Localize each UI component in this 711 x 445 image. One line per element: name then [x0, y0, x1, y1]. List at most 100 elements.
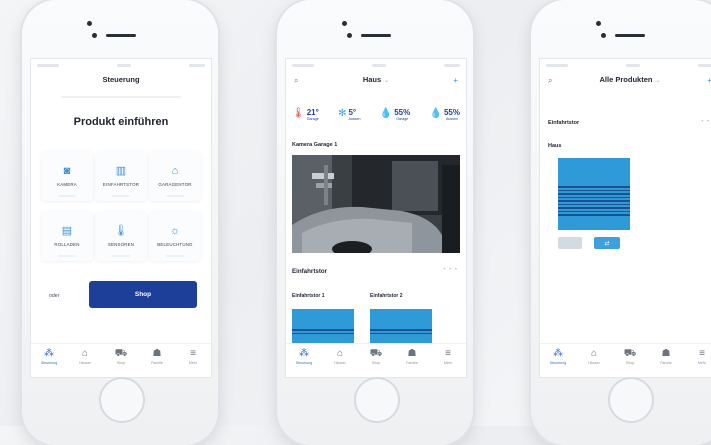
product-tile-rolladen[interactable]: ▤ ROLLADEN — [41, 211, 93, 261]
tab-label: Mehr — [697, 361, 707, 365]
add-icon[interactable]: + — [453, 76, 458, 85]
more-icon[interactable]: • • • — [701, 119, 711, 125]
chevron-down-icon: ⌄ — [384, 78, 390, 84]
phone-alle-produkten: ⌕ Alle Produkten⌄ + Einfahrtstor • • • H… — [531, 0, 711, 445]
section-title: Einfahrtstor — [548, 120, 580, 126]
humidity-icon: 💧 — [379, 108, 393, 119]
stat-temperature-aussen: ✻ 5° Aussen — [338, 108, 360, 121]
tab-familie[interactable]: ☗ Familie — [397, 347, 427, 365]
product-tile-beleuchtung[interactable]: ☼ BELEUCHTUNG — [149, 211, 201, 261]
tab-steuerung[interactable]: ⁂ Steuerung — [34, 347, 64, 365]
tab-shop[interactable]: ⛟ Shop — [615, 347, 645, 365]
snow-icon: ✻ — [338, 108, 347, 119]
tab-label: Shop — [116, 361, 126, 365]
shutter-icon: ▤ — [61, 225, 73, 237]
family-icon: ☗ — [661, 348, 671, 359]
group-title: Haus — [548, 143, 562, 149]
page-title[interactable]: Alle Produkten ⌄ — [540, 75, 711, 91]
tab-label: Steuerung — [295, 361, 313, 365]
phone-haus: ⌕ Haus ⌄ + 🌡 21° Garage ✻ 5° Aussen 💧 55% Ga… — [277, 0, 473, 445]
tab-bar: ⁂ Steuerung ⌂ Häuser ⛟ Shop ☗ Familie ≡ Mehr — [540, 343, 711, 377]
house-icon: ⌂ — [336, 348, 344, 359]
tab-label: Häuser — [588, 361, 600, 365]
tile-label: SENSOREN — [107, 242, 135, 247]
stat-label: Aussen — [445, 117, 458, 121]
controls-icon: ⁂ — [299, 348, 309, 359]
tab-familie[interactable]: ☗ Familie — [142, 347, 172, 365]
tab-label: Shop — [625, 361, 635, 365]
stat-value: 5° — [348, 108, 357, 117]
more-icon[interactable]: • • • — [443, 267, 458, 273]
stat-value: 55% — [443, 108, 460, 117]
front-camera — [87, 21, 92, 26]
door-preview[interactable] — [558, 158, 630, 230]
controls-icon: ⁂ — [44, 348, 54, 359]
tab-label: Shop — [371, 361, 381, 365]
controls-icon: ⁂ — [553, 348, 563, 359]
tab-label: Mehr — [188, 361, 198, 365]
tab-steuerung[interactable]: ⁂ Steuerung — [543, 347, 573, 365]
door-open-button[interactable]: ⇄ — [594, 237, 620, 249]
tile-label: GARAGENTOR — [158, 182, 192, 187]
tab-haeuser[interactable]: ⌂ Häuser — [579, 347, 609, 365]
menu-icon: ≡ — [445, 348, 451, 359]
tab-shop[interactable]: ⛟ Shop — [361, 347, 391, 365]
shop-button[interactable]: Shop — [89, 281, 197, 308]
stat-humidity-garage: 💧 55% Garage — [380, 108, 410, 121]
tab-label: Familie — [151, 361, 163, 365]
tab-label: Mehr — [443, 361, 453, 365]
sensor-dot — [347, 33, 352, 38]
door-title: Einfahrtstor 1 — [292, 293, 325, 299]
home-button[interactable] — [354, 377, 400, 423]
sensor-dot — [92, 33, 97, 38]
stat-humidity-aussen: 💧 55% Aussen — [430, 108, 460, 121]
product-tile-kamera[interactable]: ◙ KAMERA — [41, 151, 93, 201]
cart-icon: ⛟ — [369, 348, 383, 359]
stat-value: 55% — [394, 108, 411, 117]
earpiece-speaker — [361, 34, 391, 37]
stat-temperature-garage: 🌡 21° Garage — [292, 108, 319, 121]
search-field[interactable] — [61, 96, 181, 98]
sensor-dot — [601, 33, 606, 38]
tab-label: Familie — [406, 361, 418, 365]
tab-haeuser[interactable]: ⌂ Häuser — [325, 347, 355, 365]
tab-mehr[interactable]: ≡ Mehr — [687, 347, 711, 365]
product-tile-einfahrtstor[interactable]: ▥ EINFAHRTSTOR — [95, 151, 147, 201]
door-close-button[interactable] — [558, 237, 582, 249]
tile-label: ROLLADEN — [54, 242, 80, 247]
tab-shop[interactable]: ⛟ Shop — [106, 347, 136, 365]
home-button[interactable] — [99, 377, 145, 423]
product-tile-garagentor[interactable]: ⌂ GARAGENTOR — [149, 151, 201, 201]
status-bar — [292, 63, 460, 69]
or-label: oder — [49, 293, 60, 299]
tab-familie[interactable]: ☗ Familie — [651, 347, 681, 365]
add-icon[interactable]: + — [707, 76, 711, 85]
tab-steuerung[interactable]: ⁂ Steuerung — [289, 347, 319, 365]
cart-icon: ⛟ — [114, 348, 128, 359]
home-button[interactable] — [608, 377, 654, 423]
earpiece-speaker — [615, 34, 645, 37]
camera-image — [292, 155, 460, 253]
camera-icon: ◙ — [63, 165, 71, 177]
stat-label: Garage — [396, 117, 409, 121]
camera-feed[interactable] — [292, 155, 460, 253]
door-toggle-icon: ⇄ — [604, 240, 610, 247]
cart-icon: ⛟ — [623, 348, 637, 359]
family-icon: ☗ — [152, 348, 162, 359]
section-title: Einfahrtstor — [292, 268, 328, 275]
tab-bar: ⁂ Steuerung ⌂ Häuser ⛟ Shop ☗ Familie ≡ Mehr — [31, 343, 211, 377]
door-title: Einfahrtstor 2 — [370, 293, 403, 299]
tab-haeuser[interactable]: ⌂ Häuser — [70, 347, 100, 365]
tab-mehr[interactable]: ≡ Mehr — [433, 347, 463, 365]
garage-icon: ⌂ — [171, 165, 179, 177]
section-heading: Produkt einführen — [73, 116, 169, 128]
light-icon: ☼ — [169, 225, 181, 237]
product-tile-sensoren[interactable]: 🌡 SENSOREN — [95, 211, 147, 261]
stat-value: 21° — [306, 108, 319, 117]
tab-mehr[interactable]: ≡ Mehr — [178, 347, 208, 365]
tab-label: Familie — [660, 361, 672, 365]
tile-label: EINFAHRTSTOR — [102, 182, 140, 187]
page-title[interactable]: Haus ⌄ — [286, 75, 466, 91]
stat-label: Garage — [306, 117, 319, 121]
tile-label: KAMERA — [57, 182, 77, 187]
